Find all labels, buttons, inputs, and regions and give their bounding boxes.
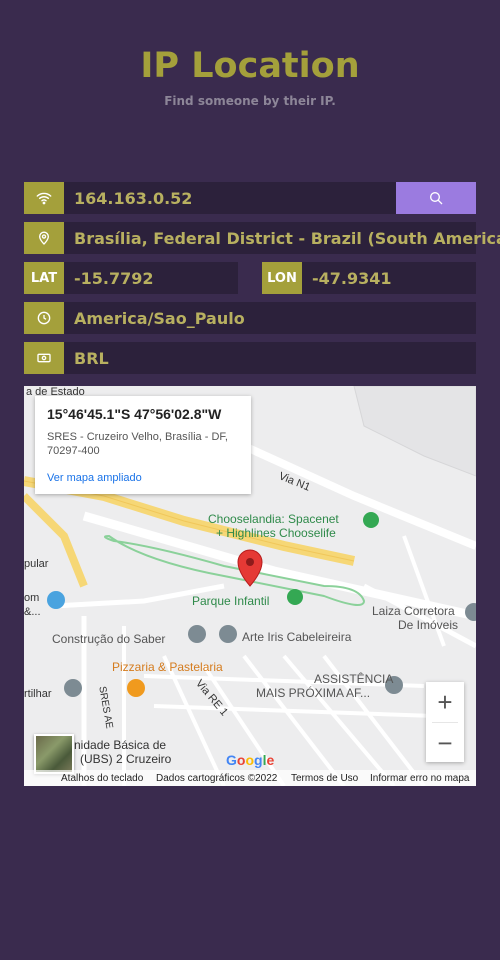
location-row: Brasília, Federal District - Brazil (Sou… [24, 222, 500, 254]
map-label-rtilhar: rtilhar [24, 688, 52, 700]
map-label-construcao: Construção do Saber [52, 632, 166, 646]
map-view[interactable]: a de Estado pular om &... rtilhar Via N1… [24, 386, 476, 786]
wifi-icon [24, 182, 64, 214]
lat-value: -15.7792 [74, 268, 154, 288]
page-title: IP Location [140, 46, 360, 86]
page-subtitle: Find someone by their IP. [164, 94, 336, 108]
currency-row: BRL [24, 342, 476, 374]
ip-input[interactable] [64, 182, 396, 214]
google-logo: Google [226, 752, 275, 768]
map-info-address: SRES - Cruzeiro Velho, Brasília - DF, 70… [47, 431, 228, 457]
map-label-laiza-2: De Imóveis [398, 618, 459, 632]
zoom-in-button[interactable]: + [426, 682, 464, 722]
map-footer: Atalhos do teclado Dados cartográficos ©… [24, 770, 476, 786]
map-zoom-controls: + − [426, 682, 464, 762]
map-label-assistencia-2: MAIS PRÓXIMA AF... [256, 686, 371, 700]
lon-value: -47.9341 [312, 268, 392, 288]
currency-value: BRL [74, 348, 109, 368]
view-larger-map-link[interactable]: Ver mapa ampliado [47, 472, 239, 484]
ip-search-row [24, 182, 476, 214]
search-button[interactable] [396, 182, 476, 214]
lon-label: LON [262, 262, 302, 294]
location-value: Brasília, Federal District - Brazil (Sou… [74, 228, 500, 248]
map-label-arte: Arte Iris Cabeleireira [242, 630, 352, 644]
map-label-om: om [24, 592, 40, 604]
lat-row: LAT -15.7792 [24, 262, 238, 294]
zoom-out-button[interactable]: − [426, 723, 464, 763]
terms-link[interactable]: Termos de Uso [291, 773, 358, 784]
clock-icon [24, 302, 64, 334]
map-info-coords: 15°46'45.1"S 47°56'02.8"W [47, 406, 222, 422]
keyboard-shortcuts-link[interactable]: Atalhos do teclado [61, 773, 143, 784]
map-label-laiza: Laiza Corretora [372, 604, 455, 618]
map-info-window: 15°46'45.1"S 47°56'02.8"W SRES - Cruzeir… [35, 396, 251, 494]
map-label-pizzaria: Pizzaria & Pastelaria [112, 660, 223, 674]
map-label-assistencia: ASSISTÊNCIA [314, 672, 394, 686]
map-label-chooselandia: Chooselandia: Spacenet [208, 512, 339, 526]
satellite-toggle[interactable] [34, 734, 74, 774]
map-label-parque: Parque Infantil [192, 594, 270, 608]
map-label-om2: &... [24, 606, 41, 618]
map-label-pular: pular [24, 558, 49, 570]
map-data-attribution: Dados cartográficos ©2022 [156, 772, 278, 784]
lon-row: LON -47.9341 [262, 262, 476, 294]
map-label-chooselandia-2: + Highlines Chooselife [216, 526, 336, 540]
timezone-value: America/Sao_Paulo [74, 308, 245, 328]
money-icon [24, 342, 64, 374]
search-icon [430, 192, 443, 205]
map-pin-icon [24, 222, 64, 254]
timezone-row: America/Sao_Paulo [24, 302, 476, 334]
lat-label: LAT [24, 262, 64, 294]
map-label-ubs-2: (UBS) 2 Cruzeiro [80, 752, 172, 766]
report-error-link[interactable]: Informar erro no mapa [370, 773, 470, 784]
map-label-ubs: nidade Básica de [74, 738, 167, 752]
